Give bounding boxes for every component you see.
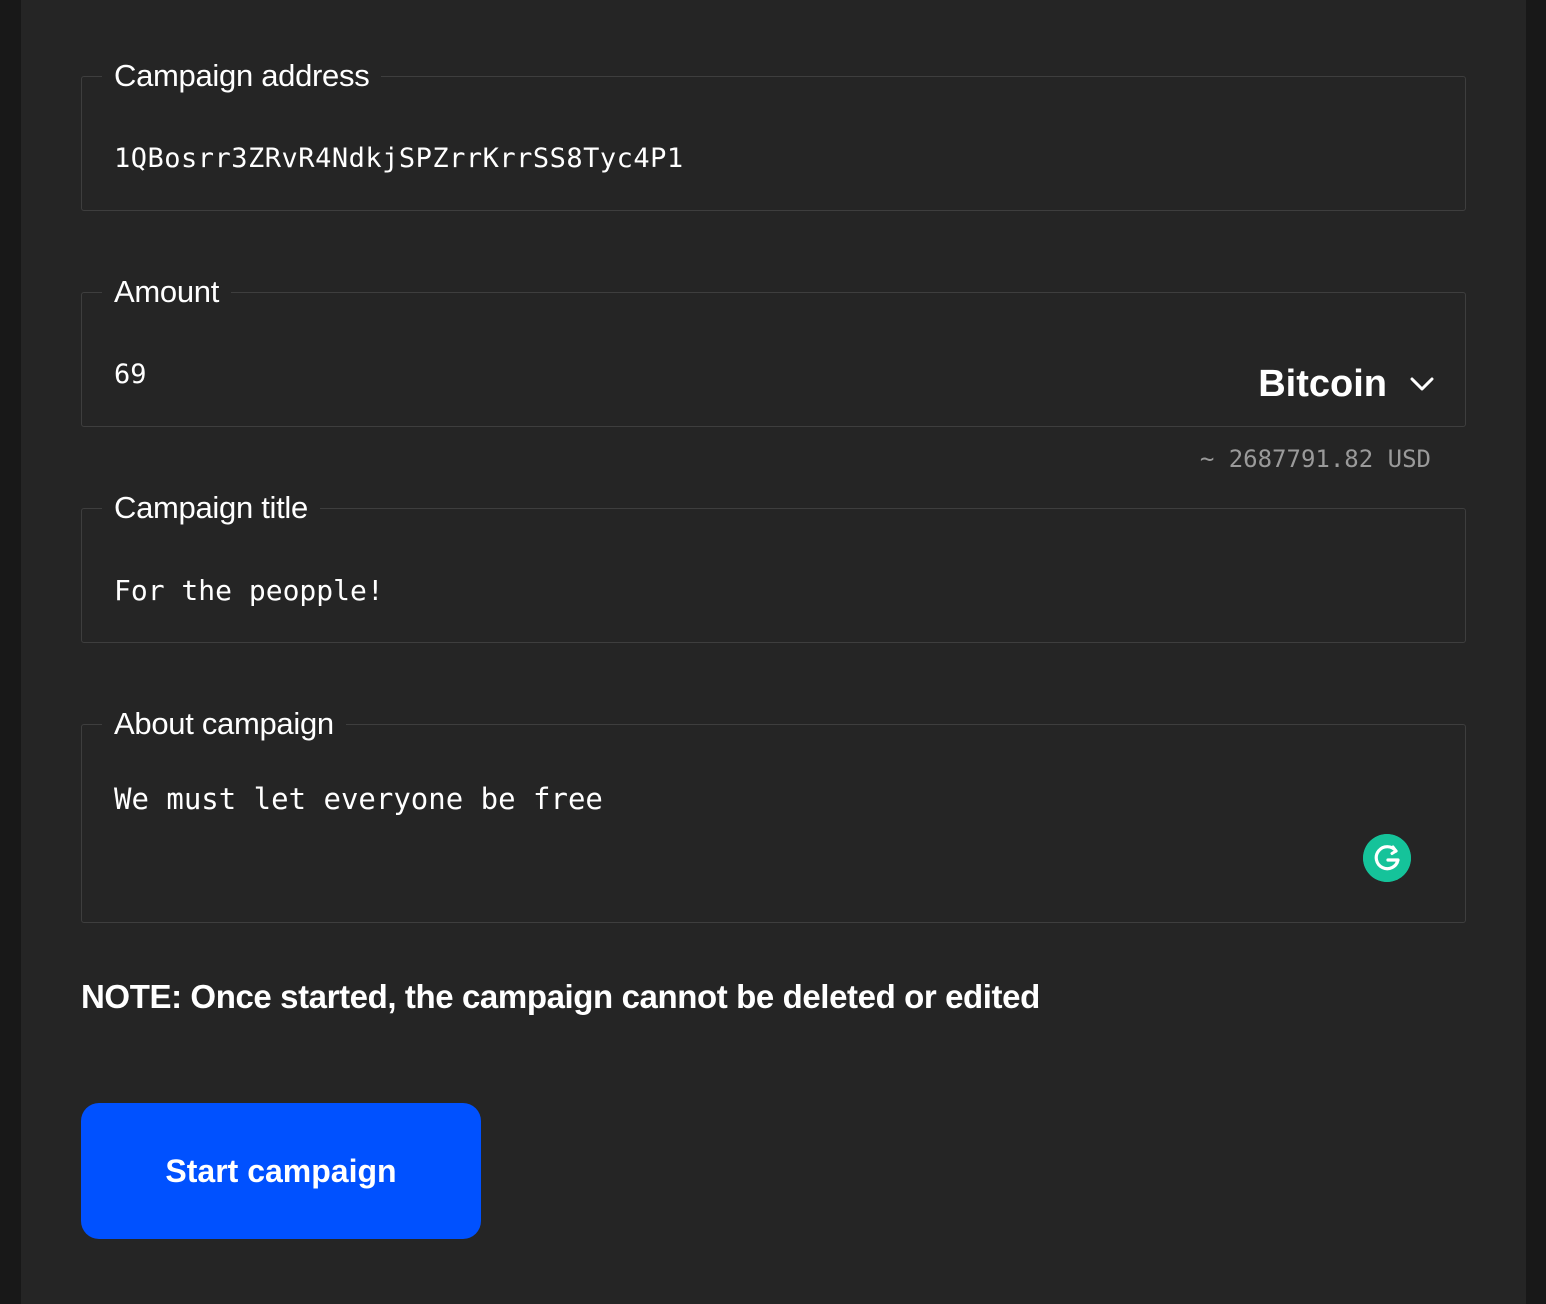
campaign-note: NOTE: Once started, the campaign cannot … — [81, 978, 1040, 1015]
amount-field: Amount 69 Bitcoin ~ 2687791.82 USD — [81, 274, 1466, 475]
campaign-address-label: Campaign address — [114, 58, 370, 93]
campaign-address-field: Campaign address 1QBosrr3ZRvR4NdkjSPZrrK… — [81, 58, 1466, 211]
chevron-down-icon — [1410, 377, 1434, 391]
grammarly-icon[interactable] — [1363, 834, 1411, 882]
amount-label: Amount — [114, 274, 220, 309]
currency-selected-value: Bitcoin — [1258, 363, 1387, 405]
campaign-title-field: Campaign title For the peopple! — [81, 490, 1466, 643]
amount-input[interactable]: 69 — [114, 358, 147, 392]
about-campaign-textarea[interactable]: We must let everyone be free — [114, 782, 603, 816]
campaign-address-input[interactable]: 1QBosrr3ZRvR4NdkjSPZrrKrrSS8Tyc4P1 — [114, 142, 684, 176]
about-campaign-field: About campaign We must let everyone be f… — [81, 706, 1466, 923]
usd-estimate: ~ 2687791.82 USD — [1179, 443, 1451, 475]
currency-select[interactable]: Bitcoin — [1258, 362, 1437, 406]
campaign-title-label: Campaign title — [114, 490, 308, 525]
start-campaign-button[interactable]: Start campaign — [81, 1103, 481, 1239]
campaign-title-input[interactable]: For the peopple! — [114, 574, 384, 608]
about-campaign-label: About campaign — [114, 706, 334, 741]
